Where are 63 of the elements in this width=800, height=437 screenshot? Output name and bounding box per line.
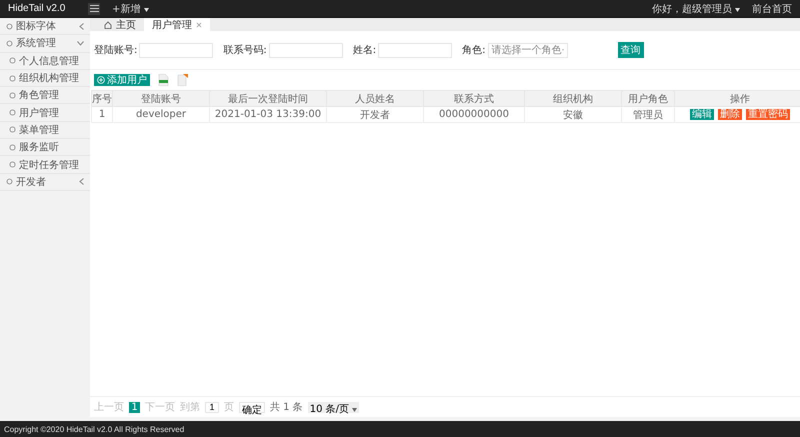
input-field[interactable]: [268, 42, 343, 58]
column-header: 登陆账号: [112, 90, 210, 106]
table-cell: developer: [112, 106, 210, 122]
sidebar-item-icon: [9, 57, 16, 64]
table-cell: 开发者: [326, 106, 424, 122]
filter-label: 姓名:: [352, 44, 376, 57]
table-cell: 安徽: [524, 106, 622, 122]
column-header: 人员姓名: [326, 90, 424, 106]
home-link[interactable]: 前台首页: [752, 2, 792, 16]
search-button[interactable]: 查询: [618, 42, 644, 58]
confirm-button[interactable]: 确定: [239, 402, 265, 412]
input-field[interactable]: [378, 42, 452, 58]
add-user-button[interactable]: 添加用户: [94, 74, 150, 86]
filter-label: 角色:: [462, 44, 486, 57]
page-unit-label: 页: [224, 401, 234, 414]
sidebar-item-icon: [9, 144, 16, 151]
user-menu[interactable]: 你好，超级管理员: [652, 2, 740, 16]
sidebar-item-icon: [9, 126, 16, 134]
page-size-select[interactable]: 10 条/页: [308, 402, 360, 412]
sidebar-item-icon: [6, 40, 13, 47]
menu-icon: [90, 5, 98, 12]
filter-label: 登陆账号:: [94, 44, 138, 57]
new-menu[interactable]: +新增: [112, 2, 149, 16]
chevron-left-icon: [79, 178, 84, 186]
role-select[interactable]: 请选择一个角色: [488, 42, 568, 58]
column-header: 最后一次登陆时间: [210, 90, 326, 106]
caret-icon: [144, 8, 149, 12]
document-icon[interactable]: [177, 74, 188, 86]
add-icon: [97, 76, 105, 84]
input-field[interactable]: [139, 42, 214, 58]
total-count: 共 1 条: [270, 400, 303, 414]
chevron-left-icon: [79, 22, 84, 30]
table-cell: 00000000000: [424, 106, 524, 122]
sidebar-item-icon: [9, 161, 16, 168]
column-header: 操作: [674, 90, 800, 106]
chevron-down-icon: [77, 40, 84, 46]
close-icon[interactable]: [196, 22, 202, 28]
table-cell: 2021-01-03 13:39:00: [210, 106, 326, 122]
sidebar-item-icon: [9, 92, 16, 99]
goto-label: 到第: [180, 401, 200, 414]
caret-icon: [735, 8, 740, 12]
column-header: 用户角色: [622, 90, 674, 106]
table-cell: 管理员: [622, 106, 674, 122]
sidebar-item-icon: [9, 109, 16, 116]
app-logo: HideTail v2.0: [8, 3, 66, 14]
column-header: 序号: [92, 90, 112, 106]
copyright-text: Copyright ©2020 HideTail v2.0 All Rights Reserved: [4, 424, 184, 434]
tab[interactable]: 用户管理: [144, 18, 210, 31]
menu-button[interactable]: [88, 2, 100, 14]
page-button[interactable]: 1: [129, 402, 140, 412]
sidebar-item-icon: [6, 178, 13, 186]
filter-label: 联系号码:: [223, 44, 267, 57]
page-input[interactable]: 1: [205, 402, 219, 412]
sidebar-item-icon: [9, 74, 16, 82]
spreadsheet-icon[interactable]: [158, 74, 169, 86]
home-icon: [104, 20, 112, 28]
sidebar-item-icon: [6, 22, 13, 30]
action-button[interactable]: 编辑: [690, 109, 714, 120]
column-header: 组织机构: [524, 90, 622, 106]
table-cell: 1: [92, 106, 112, 122]
column-header: 联系方式: [424, 90, 524, 106]
caret-icon: [352, 408, 358, 412]
tab[interactable]: 主页: [96, 18, 144, 31]
